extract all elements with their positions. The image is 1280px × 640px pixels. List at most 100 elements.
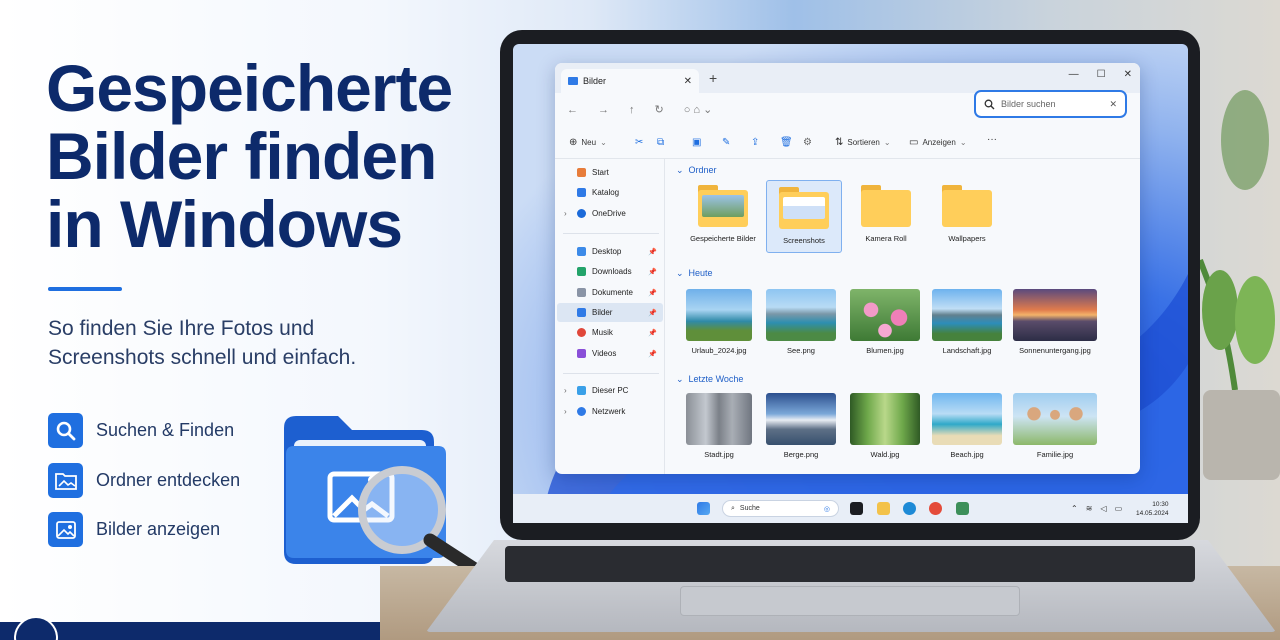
search-input[interactable]: Bilder suchen ✕ <box>974 90 1127 118</box>
image-file-item[interactable]: Urlaub_2024.jpg <box>681 289 757 355</box>
search-icon <box>984 99 995 109</box>
share-icon[interactable]: ⇪ <box>751 137 759 148</box>
new-tab-button[interactable]: + <box>709 70 717 86</box>
folder-item[interactable]: Gespeicherte Bilder <box>685 181 761 243</box>
edge-icon[interactable] <box>903 502 916 515</box>
image-thumbnail <box>766 393 836 445</box>
tab-bilder[interactable]: Bilder ✕ <box>561 69 699 93</box>
windows-start-icon[interactable] <box>697 502 710 515</box>
folder-name: Screenshots <box>783 236 825 245</box>
minimize-icon[interactable]: — <box>1069 69 1079 80</box>
pin-icon[interactable]: 📌 <box>648 309 657 317</box>
maximize-icon[interactable]: ☐ <box>1097 69 1106 80</box>
sidebar-item-start[interactable]: Start <box>557 163 663 182</box>
sidebar-item-bilder[interactable]: Bilder 📌 <box>557 303 663 322</box>
sidebar-item-netzwerk[interactable]: › Netzwerk <box>557 402 663 421</box>
close-icon[interactable]: ✕ <box>1124 69 1132 80</box>
sidebar-item-videos[interactable]: Videos 📌 <box>557 344 663 363</box>
pin-icon[interactable]: 📌 <box>648 350 657 358</box>
image-file-item[interactable]: Familie.jpg <box>1010 393 1100 459</box>
clock[interactable]: 10:30 14.05.2024 <box>1136 500 1169 518</box>
copy-icon[interactable]: ⧉ <box>657 137 664 148</box>
plus-circle-icon: ⊕ <box>569 137 578 148</box>
file-explorer-icon[interactable] <box>877 502 890 515</box>
image-file-item[interactable]: Stadt.jpg <box>681 393 757 459</box>
address-bar[interactable]: ○ ⌂ ⌄ <box>684 103 713 116</box>
wifi-icon[interactable]: ≋ <box>1086 504 1093 513</box>
search-icon: ⌕ <box>731 504 735 512</box>
chevron-right-icon[interactable]: › <box>564 407 567 416</box>
taskbar: ⌕ Suche ◎ ⌃ ≋ ◁ ▭ 10:30 14.05.2024 <box>513 494 1188 523</box>
image-file-item[interactable]: Blumen.jpg <box>847 289 923 355</box>
sidebar-item-musik[interactable]: Musik 📌 <box>557 323 663 342</box>
sort-button[interactable]: ⇅ Sortieren ⌄ <box>835 137 891 148</box>
clear-search-icon[interactable]: ✕ <box>1109 99 1117 110</box>
file-name: Landschaft.jpg <box>942 346 992 355</box>
pin-icon[interactable]: 📌 <box>648 268 657 276</box>
forward-arrow-icon[interactable]: → <box>598 104 609 116</box>
folder-item[interactable]: Screenshots <box>766 180 842 253</box>
file-name: Blumen.jpg <box>866 346 904 355</box>
image-thumbnail <box>686 289 752 341</box>
folder-item[interactable]: Wallpapers <box>929 181 1005 243</box>
battery-icon[interactable]: ▭ <box>1115 504 1123 513</box>
video-icon <box>577 349 586 358</box>
rename-icon[interactable]: ✎ <box>722 137 730 148</box>
task-view-icon[interactable] <box>850 502 863 515</box>
image-thumbnail <box>850 393 920 445</box>
paste-icon[interactable]: ▣ <box>692 137 701 148</box>
sidebar-item-label: Dokumente <box>592 288 633 297</box>
store-icon[interactable] <box>956 502 969 515</box>
file-name: See.png <box>787 346 815 355</box>
image-file-item[interactable]: See.png <box>763 289 839 355</box>
chrome-icon[interactable] <box>929 502 942 515</box>
section-header-today[interactable]: ⌄ Heute <box>676 268 713 279</box>
folder-name: Gespeicherte Bilder <box>690 234 756 243</box>
taskbar-search[interactable]: ⌕ Suche ◎ <box>722 500 839 517</box>
chevron-up-icon[interactable]: ⌃ <box>1071 504 1078 513</box>
image-file-item[interactable]: Wald.jpg <box>847 393 923 459</box>
new-button-label: Neu <box>581 138 597 147</box>
sidebar-item-onedrive[interactable]: › OneDrive <box>557 204 663 223</box>
more-options-button[interactable]: ··· <box>987 134 997 145</box>
chevron-right-icon[interactable]: › <box>564 209 567 218</box>
folder-name: Kamera Roll <box>865 234 907 243</box>
image-thumbnail <box>850 289 920 341</box>
navigation-pane: Start Katalog › OneDrive Desktop 📌 Downl… <box>555 159 665 474</box>
pin-icon[interactable]: 📌 <box>648 289 657 297</box>
folder-image-icon <box>48 463 83 498</box>
sidebar-item-katalog[interactable]: Katalog <box>557 183 663 202</box>
sidebar-item-label: Katalog <box>592 188 620 197</box>
image-file-item[interactable]: Sonnenuntergang.jpg <box>1010 289 1100 355</box>
back-arrow-icon[interactable]: ← <box>567 104 578 116</box>
image-file-item[interactable]: Berge.png <box>763 393 839 459</box>
new-button[interactable]: ⊕ Neu ⌄ <box>569 137 607 148</box>
home-icon <box>577 168 586 177</box>
close-tab-icon[interactable]: ✕ <box>684 76 692 87</box>
pin-icon[interactable]: 📌 <box>648 329 657 337</box>
view-button[interactable]: ▭ Anzeigen ⌄ <box>909 137 967 148</box>
image-file-item[interactable]: Beach.jpg <box>929 393 1005 459</box>
file-name: Beach.jpg <box>950 450 984 459</box>
command-bar: ⊕ Neu ⌄ ✂ ⧉ ▣ ✎ ⇪ 🗑 ⚙ ⇅ Sortieren ⌄ ▭ An… <box>555 126 1140 159</box>
section-header-folders[interactable]: ⌄ Ordner <box>676 165 717 176</box>
image-file-item[interactable]: Landschaft.jpg <box>929 289 1005 355</box>
sidebar-item-downloads[interactable]: Downloads 📌 <box>557 262 663 281</box>
image-thumbnail <box>932 393 1002 445</box>
section-header-last-week[interactable]: ⌄ Letzte Woche <box>676 374 743 385</box>
chevron-right-icon[interactable]: › <box>564 386 567 395</box>
volume-icon[interactable]: ◁ <box>1100 504 1106 513</box>
sidebar-item-dokumente[interactable]: Dokumente 📌 <box>557 283 663 302</box>
pin-icon[interactable]: 📌 <box>648 248 657 256</box>
cut-icon[interactable]: ✂ <box>635 137 643 148</box>
title-underline <box>48 287 122 291</box>
file-explorer-window: Bilder ✕ + — ☐ ✕ ← → ↑ ↻ ○ ⌂ ⌄ Bilder su… <box>555 63 1140 474</box>
up-arrow-icon[interactable]: ↑ <box>629 104 635 116</box>
folder-item[interactable]: Kamera Roll <box>848 181 924 243</box>
sidebar-item-desktop[interactable]: Desktop 📌 <box>557 242 663 261</box>
window-controls: — ☐ ✕ <box>1069 69 1132 80</box>
properties-icon[interactable]: ⚙ <box>803 137 812 148</box>
sidebar-item-dieser-pc[interactable]: › Dieser PC <box>557 381 663 400</box>
delete-icon[interactable]: 🗑 <box>780 137 793 148</box>
refresh-icon[interactable]: ↻ <box>655 103 664 116</box>
